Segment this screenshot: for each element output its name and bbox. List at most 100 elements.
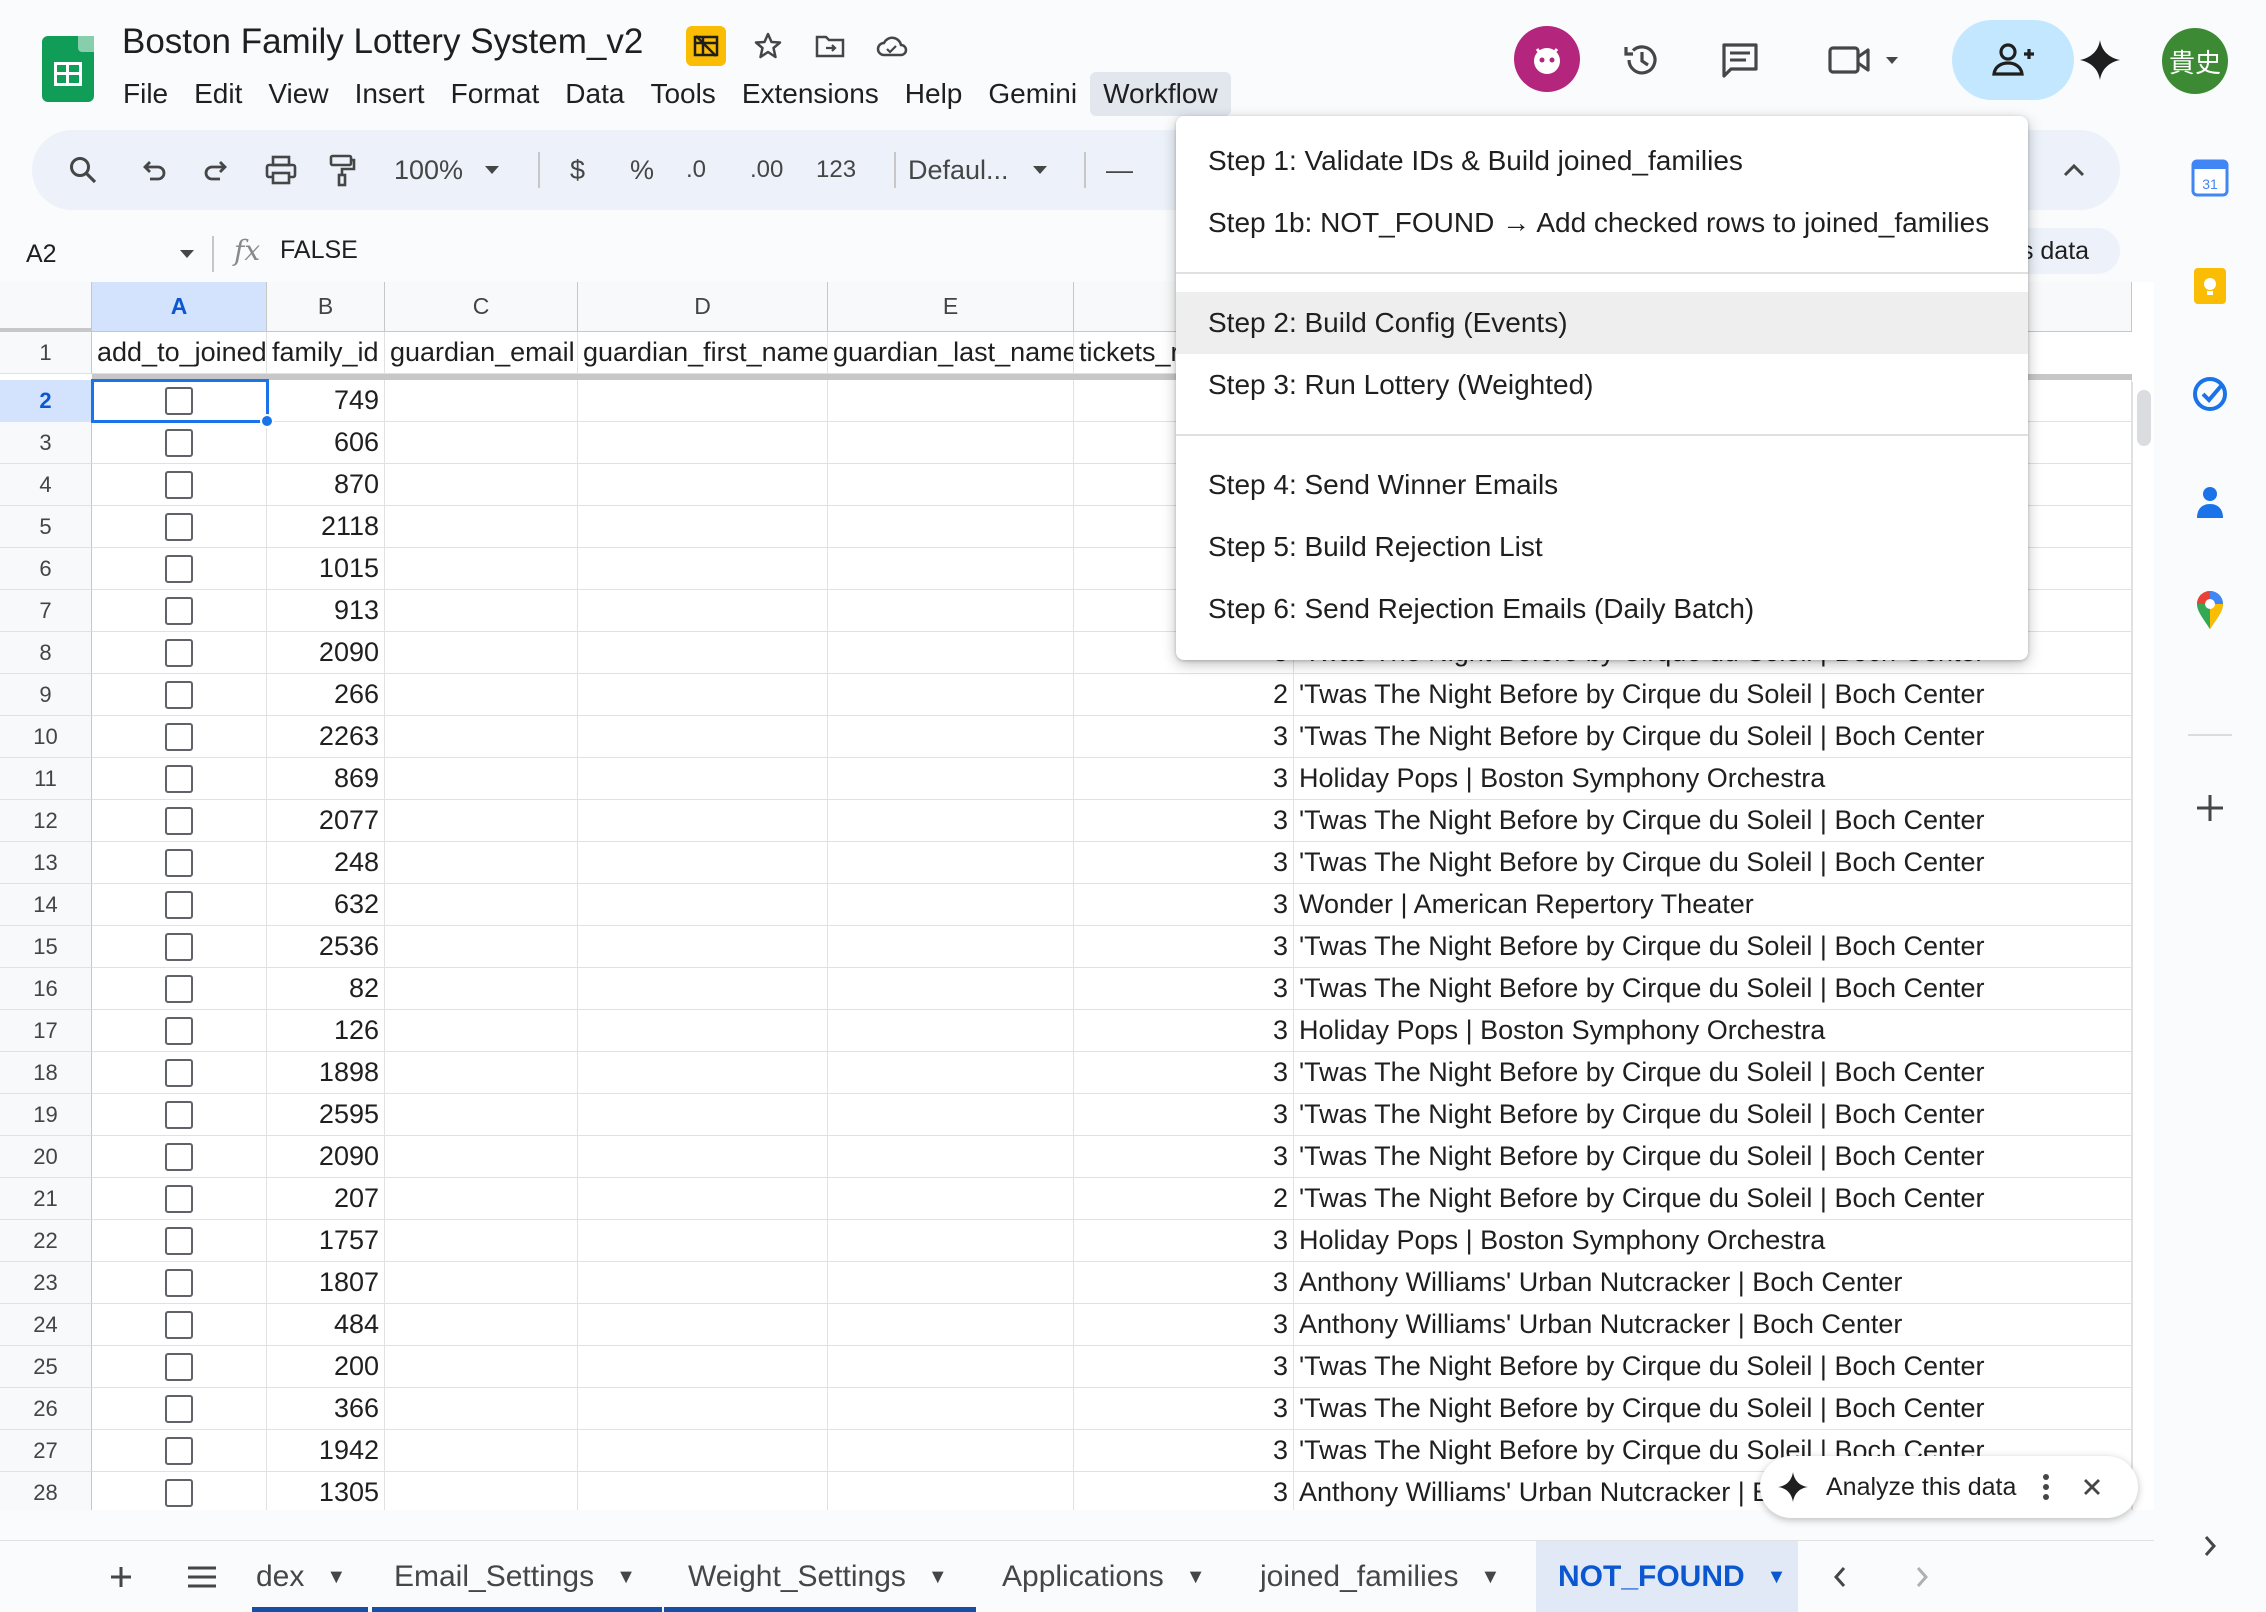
menu-step-2[interactable]: Step 2: Build Config (Events)	[1176, 292, 2028, 354]
family-id-cell[interactable]: 200	[267, 1346, 385, 1388]
family-id-cell[interactable]: 1757	[267, 1220, 385, 1262]
empty-cell[interactable]	[385, 674, 578, 716]
row-header[interactable]: 18	[0, 1052, 92, 1094]
menu-edit[interactable]: Edit	[181, 72, 255, 116]
row-header[interactable]: 12	[0, 800, 92, 842]
event-cell[interactable]: 'Twas The Night Before by Cirque du Sole…	[1294, 926, 2132, 968]
empty-cell[interactable]	[385, 1136, 578, 1178]
event-cell[interactable]: 'Twas The Night Before by Cirque du Sole…	[1294, 842, 2132, 884]
empty-cell[interactable]	[828, 1178, 1074, 1220]
empty-cell[interactable]	[578, 1052, 828, 1094]
menu-step-5[interactable]: Step 5: Build Rejection List	[1176, 516, 2028, 578]
header-cell-guardian-email[interactable]: guardian_email	[385, 332, 578, 374]
empty-cell[interactable]	[385, 1262, 578, 1304]
empty-cell[interactable]	[828, 1388, 1074, 1430]
empty-cell[interactable]	[385, 632, 578, 674]
row-header[interactable]: 21	[0, 1178, 92, 1220]
family-id-cell[interactable]: 2090	[267, 632, 385, 674]
event-cell[interactable]: Holiday Pops | Boston Symphony Orchestra	[1294, 758, 2132, 800]
maps-icon[interactable]	[2188, 588, 2232, 632]
event-cell[interactable]: Holiday Pops | Boston Symphony Orchestra	[1294, 1220, 2132, 1262]
column-header-a[interactable]: A	[92, 282, 267, 332]
user-avatar[interactable]: 貴史	[2162, 28, 2228, 94]
filter-icon[interactable]	[686, 26, 726, 66]
family-id-cell[interactable]: 1807	[267, 1262, 385, 1304]
tickets-cell[interactable]: 3	[1074, 716, 1294, 758]
select-all-corner[interactable]	[0, 282, 92, 332]
empty-cell[interactable]	[578, 590, 828, 632]
add-sheet-icon[interactable]	[108, 1541, 134, 1612]
row-header[interactable]: 2	[0, 380, 92, 422]
empty-cell[interactable]	[828, 1430, 1074, 1472]
checkbox-cell[interactable]	[92, 1010, 267, 1052]
empty-cell[interactable]	[578, 1136, 828, 1178]
zoom-select[interactable]: 100%	[394, 130, 501, 210]
checkbox-cell[interactable]	[92, 1178, 267, 1220]
checkbox-cell[interactable]	[92, 1094, 267, 1136]
row-header[interactable]: 16	[0, 968, 92, 1010]
empty-cell[interactable]	[578, 1094, 828, 1136]
add-to-joined-checkbox[interactable]	[165, 722, 193, 751]
event-cell[interactable]: Anthony Williams' Urban Nutcracker | Boc…	[1294, 1304, 2132, 1346]
add-to-joined-checkbox[interactable]	[165, 428, 193, 457]
header-cell-family-id[interactable]: family_id	[267, 332, 385, 374]
empty-cell[interactable]	[578, 380, 828, 422]
row-header[interactable]: 5	[0, 506, 92, 548]
header-cell-guardian-last-name[interactable]: guardian_last_name	[828, 332, 1074, 374]
menu-help[interactable]: Help	[892, 72, 976, 116]
get-addons-icon[interactable]	[2188, 786, 2232, 830]
empty-cell[interactable]	[578, 800, 828, 842]
tickets-cell[interactable]: 3	[1074, 1010, 1294, 1052]
checkbox-cell[interactable]	[92, 590, 267, 632]
checkbox-cell[interactable]	[92, 758, 267, 800]
empty-cell[interactable]	[828, 506, 1074, 548]
column-header-c[interactable]: C	[385, 282, 578, 332]
add-to-joined-checkbox[interactable]	[165, 806, 193, 835]
menu-step-6[interactable]: Step 6: Send Rejection Emails (Daily Bat…	[1176, 578, 2028, 640]
add-to-joined-checkbox[interactable]	[165, 764, 193, 793]
vertical-scrollbar[interactable]	[2132, 382, 2154, 1510]
checkbox-cell[interactable]	[92, 632, 267, 674]
redo-icon[interactable]	[202, 130, 232, 210]
empty-cell[interactable]	[385, 1346, 578, 1388]
family-id-cell[interactable]: 749	[267, 380, 385, 422]
keep-icon[interactable]	[2188, 264, 2232, 308]
add-to-joined-checkbox[interactable]	[165, 1016, 193, 1045]
checkbox-cell[interactable]	[92, 1430, 267, 1472]
scroll-tabs-left-icon[interactable]	[1832, 1541, 1848, 1612]
checkbox-cell[interactable]	[92, 968, 267, 1010]
empty-cell[interactable]	[578, 716, 828, 758]
row-header[interactable]: 14	[0, 884, 92, 926]
tickets-cell[interactable]: 3	[1074, 1472, 1294, 1510]
checkbox-cell[interactable]	[92, 674, 267, 716]
row-header[interactable]: 23	[0, 1262, 92, 1304]
row-header[interactable]: 25	[0, 1346, 92, 1388]
family-id-cell[interactable]: 2536	[267, 926, 385, 968]
event-cell[interactable]: 'Twas The Night Before by Cirque du Sole…	[1294, 1052, 2132, 1094]
meet-icon[interactable]	[1826, 36, 1906, 84]
empty-cell[interactable]	[828, 1010, 1074, 1052]
empty-cell[interactable]	[828, 1346, 1074, 1388]
row-header[interactable]: 20	[0, 1136, 92, 1178]
empty-cell[interactable]	[578, 758, 828, 800]
family-id-cell[interactable]: 82	[267, 968, 385, 1010]
empty-cell[interactable]	[385, 506, 578, 548]
comments-icon[interactable]	[1716, 36, 1764, 84]
row-header[interactable]: 7	[0, 590, 92, 632]
tickets-cell[interactable]: 3	[1074, 1094, 1294, 1136]
empty-cell[interactable]	[578, 548, 828, 590]
family-id-cell[interactable]: 126	[267, 1010, 385, 1052]
family-id-cell[interactable]: 1898	[267, 1052, 385, 1094]
star-icon[interactable]	[748, 26, 788, 66]
row-header[interactable]: 24	[0, 1304, 92, 1346]
formula-input[interactable]: FALSE	[280, 236, 358, 265]
event-cell[interactable]: 'Twas The Night Before by Cirque du Sole…	[1294, 1094, 2132, 1136]
sheet-tab-dex[interactable]: dex ▼	[256, 1541, 372, 1612]
family-id-cell[interactable]: 606	[267, 422, 385, 464]
family-id-cell[interactable]: 869	[267, 758, 385, 800]
tickets-cell[interactable]: 3	[1074, 1052, 1294, 1094]
column-header-e[interactable]: E	[828, 282, 1074, 332]
checkbox-cell[interactable]	[92, 1220, 267, 1262]
row-header[interactable]: 8	[0, 632, 92, 674]
event-cell[interactable]: Holiday Pops | Boston Symphony Orchestra	[1294, 1010, 2132, 1052]
